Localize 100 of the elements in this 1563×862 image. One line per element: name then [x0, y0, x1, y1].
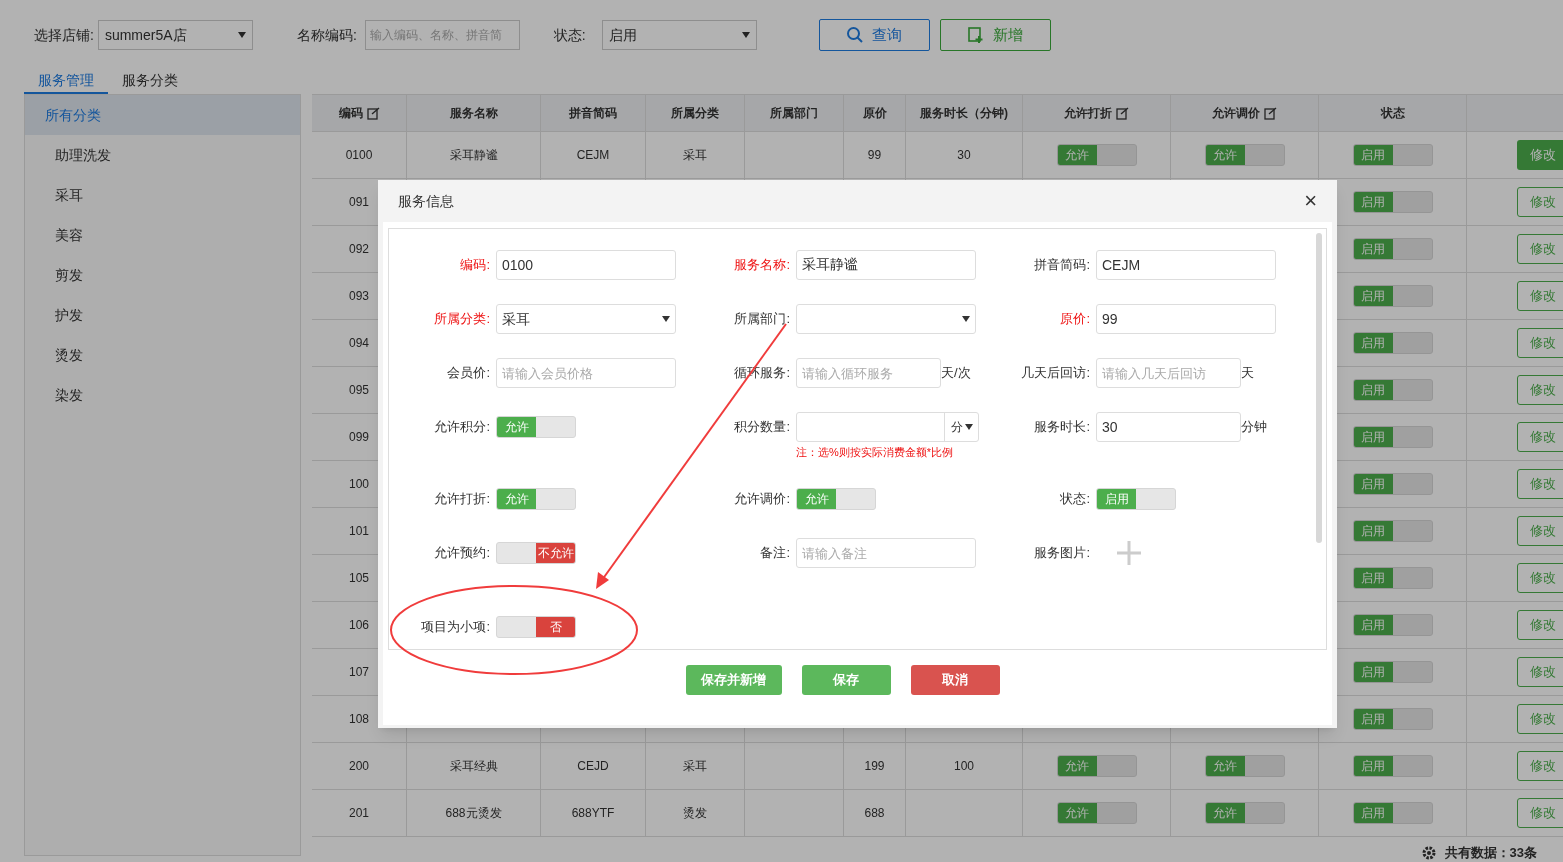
field-label: 允许预约: [433, 544, 491, 562]
edit-button[interactable]: 修改 [1517, 328, 1563, 358]
field-label: 拼音简码: [1033, 256, 1091, 274]
select-field[interactable] [796, 304, 976, 334]
sidebar-item[interactable]: 护发 [25, 295, 300, 335]
toggle-switch[interactable]: 启用 [1352, 191, 1433, 213]
edit-icon[interactable] [366, 106, 380, 120]
save-new-button[interactable]: 保存并新增 [685, 665, 782, 695]
input-field[interactable]: 采耳静谧 [796, 250, 976, 280]
toggle-switch[interactable]: 启用 [1352, 285, 1433, 307]
edit-button[interactable]: 修改 [1517, 798, 1563, 828]
toggle-switch[interactable]: 启用 [1352, 144, 1433, 166]
select-field[interactable]: 采耳 [496, 304, 676, 334]
toggle-switch[interactable]: 允许 [1056, 144, 1137, 166]
toggle-switch[interactable]: 允许 [496, 488, 576, 510]
search-button[interactable]: 查询 [818, 19, 930, 51]
field-label: 原价: [1059, 310, 1091, 328]
note-text: 注：选%则按实际消费金额*比例 [796, 445, 955, 460]
table-cell: 688元烫发 [407, 790, 541, 837]
field-label: 服务时长: [1033, 418, 1091, 436]
edit-button[interactable]: 修改 [1517, 422, 1563, 452]
field-label: 编码: [459, 256, 491, 274]
add-button[interactable]: 新增 [939, 19, 1051, 51]
toggle-switch[interactable]: 启用 [1352, 614, 1433, 636]
toggle-switch[interactable]: 启用 [1352, 520, 1433, 542]
toggle-switch[interactable]: 允许 [496, 416, 576, 438]
toggle-switch[interactable]: 否 [496, 616, 576, 638]
toggle-switch[interactable]: 启用 [1352, 755, 1433, 777]
edit-button[interactable]: 修改 [1517, 516, 1563, 546]
input-field[interactable]: 30 [1096, 412, 1241, 442]
edit-button[interactable]: 修改 [1517, 140, 1563, 170]
tab[interactable]: 服务分类 [108, 70, 192, 94]
sidebar-item[interactable]: 所有分类 [25, 95, 300, 135]
toggle-switch[interactable]: 启用 [1352, 426, 1433, 448]
unit-label: 分钟 [1241, 418, 1267, 436]
edit-button[interactable]: 修改 [1517, 657, 1563, 687]
edit-icon[interactable] [1116, 106, 1129, 120]
sidebar-item[interactable]: 染发 [25, 375, 300, 415]
points-field[interactable]: 分 [796, 412, 979, 442]
toggle-switch[interactable]: 允许 [796, 488, 876, 510]
sidebar-item[interactable]: 烫发 [25, 335, 300, 375]
edit-icon[interactable] [1264, 106, 1277, 120]
dropdown-caret-icon [662, 316, 670, 322]
sidebar-item[interactable]: 美容 [25, 215, 300, 255]
input-field[interactable]: 99 [1096, 304, 1276, 334]
dropdown-caret-icon [962, 316, 970, 322]
toggle-switch[interactable]: 允许 [1056, 802, 1137, 824]
unit-label: 天/次 [941, 364, 971, 382]
toggle-switch[interactable]: 允许 [1204, 802, 1285, 824]
status-select[interactable]: 启用 [601, 20, 757, 50]
edit-button[interactable]: 修改 [1517, 234, 1563, 264]
field-label: 所属部门: [733, 310, 791, 328]
input-field[interactable]: 0100 [496, 250, 676, 280]
toggle-switch[interactable]: 启用 [1352, 332, 1433, 354]
toggle-switch[interactable]: 启用 [1352, 567, 1433, 589]
filter-label: 选择店铺: [34, 25, 94, 45]
input-field[interactable]: 请输入会员价格 [496, 358, 676, 388]
settings-icon[interactable] [1420, 844, 1437, 861]
edit-button[interactable]: 修改 [1517, 375, 1563, 405]
toggle-switch[interactable]: 启用 [1352, 708, 1433, 730]
toggle-switch[interactable]: 启用 [1352, 473, 1433, 495]
sidebar-item[interactable]: 助理洗发 [25, 135, 300, 175]
edit-button[interactable]: 修改 [1517, 610, 1563, 640]
input-field[interactable]: 请输入几天后回访 [1096, 358, 1241, 388]
close-button[interactable]: × [1304, 190, 1317, 212]
search-icon [846, 26, 865, 44]
toggle-switch[interactable]: 启用 [1352, 802, 1433, 824]
edit-button[interactable]: 修改 [1517, 704, 1563, 734]
input-field[interactable]: CEJM [1096, 250, 1276, 280]
toggle-switch[interactable]: 启用 [1352, 238, 1433, 260]
field-label: 允许积分: [433, 418, 491, 436]
table-cell: 201 [312, 790, 407, 837]
edit-button[interactable]: 修改 [1517, 751, 1563, 781]
input-field[interactable]: 请输入备注 [796, 538, 976, 568]
filter-label: 名称编码: [296, 25, 357, 45]
toggle-switch[interactable]: 允许 [1056, 755, 1137, 777]
toggle-switch[interactable]: 启用 [1352, 379, 1433, 401]
dropdown-caret-icon [237, 32, 246, 38]
toggle-switch[interactable]: 启用 [1096, 488, 1176, 510]
field-label: 服务名称: [733, 256, 791, 274]
cancel-button[interactable]: 取消 [910, 665, 1000, 695]
save-button[interactable]: 保存 [801, 665, 891, 695]
toggle-switch[interactable]: 允许 [1204, 144, 1285, 166]
toggle-switch[interactable]: 不允许 [496, 542, 576, 564]
sidebar-item[interactable]: 采耳 [25, 175, 300, 215]
edit-button[interactable]: 修改 [1517, 187, 1563, 217]
store-select[interactable]: summer5A店 [97, 20, 253, 50]
sidebar-item[interactable]: 剪发 [25, 255, 300, 295]
field-label: 会员价: [446, 364, 491, 382]
toggle-switch[interactable]: 启用 [1352, 661, 1433, 683]
add-document-icon [967, 26, 986, 44]
edit-button[interactable]: 修改 [1517, 281, 1563, 311]
field-label: 允许打折: [433, 490, 491, 508]
field-label: 几天后回访: [1020, 364, 1091, 382]
input-field[interactable]: 请输入循环服务 [796, 358, 941, 388]
edit-button[interactable]: 修改 [1517, 469, 1563, 499]
dropdown-caret-icon [741, 32, 750, 38]
edit-button[interactable]: 修改 [1517, 563, 1563, 593]
toggle-switch[interactable]: 允许 [1204, 755, 1285, 777]
scrollbar[interactable] [1316, 233, 1322, 543]
